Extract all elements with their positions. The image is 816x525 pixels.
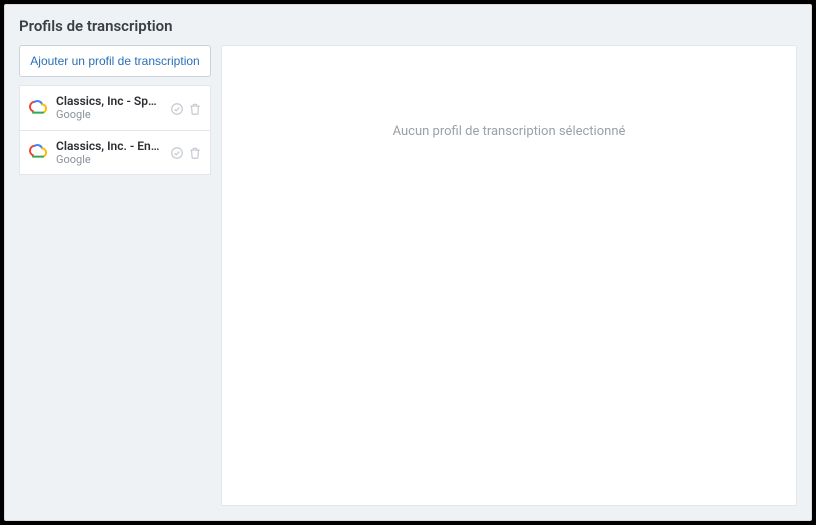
- transcription-profiles-panel: Profils de transcription Ajouter un prof…: [4, 4, 812, 521]
- profile-provider: Google: [56, 153, 162, 166]
- panel-body: Ajouter un profil de transcription: [5, 45, 811, 520]
- profile-name: Classics, Inc. - English: [56, 139, 162, 153]
- page-title: Profils de transcription: [19, 17, 797, 35]
- sidebar: Ajouter un profil de transcription: [19, 45, 211, 506]
- trash-icon[interactable]: [188, 101, 202, 115]
- item-actions: [170, 101, 202, 115]
- profile-text: Classics, Inc - Spanish Google: [56, 94, 162, 122]
- google-cloud-icon: [28, 98, 48, 118]
- item-actions: [170, 145, 202, 159]
- check-circle-icon[interactable]: [170, 101, 184, 115]
- profile-name: Classics, Inc - Spanish: [56, 94, 162, 108]
- profile-provider: Google: [56, 108, 162, 121]
- add-profile-button[interactable]: Ajouter un profil de transcription: [19, 45, 211, 77]
- google-cloud-icon: [28, 142, 48, 162]
- check-circle-icon[interactable]: [170, 145, 184, 159]
- profile-item[interactable]: Classics, Inc - Spanish Google: [19, 85, 211, 131]
- empty-state-message: Aucun profil de transcription sélectionn…: [393, 124, 626, 139]
- profile-text: Classics, Inc. - English Google: [56, 139, 162, 167]
- detail-pane: Aucun profil de transcription sélectionn…: [221, 45, 797, 506]
- panel-header: Profils de transcription: [5, 5, 811, 45]
- trash-icon[interactable]: [188, 145, 202, 159]
- profile-item[interactable]: Classics, Inc. - English Google: [19, 131, 211, 176]
- profile-list: Classics, Inc - Spanish Google: [19, 85, 211, 175]
